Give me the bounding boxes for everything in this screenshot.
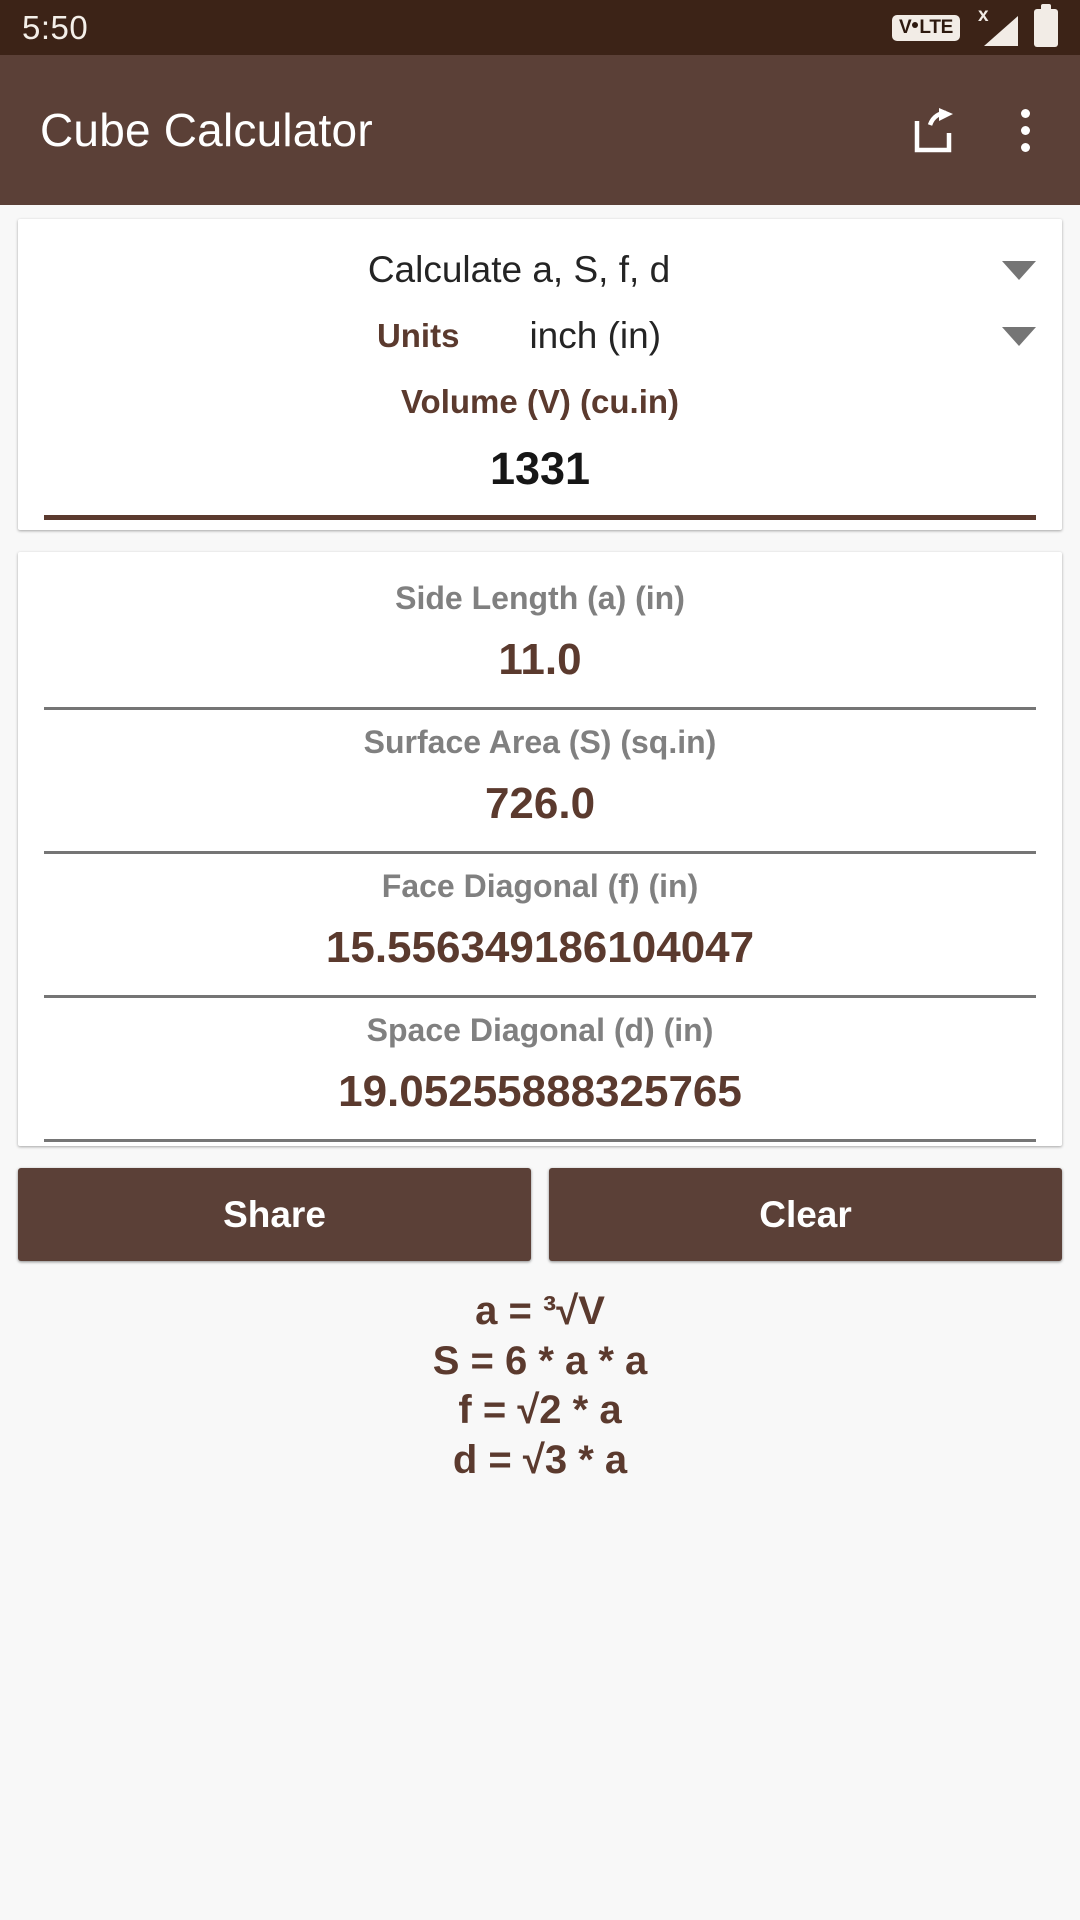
units-spinner-value: inch (in) [529, 315, 662, 356]
app-bar-actions [913, 103, 1040, 158]
overflow-dot [1021, 142, 1030, 152]
overflow-menu-icon[interactable] [1011, 103, 1040, 158]
volte-label-start: V [899, 16, 912, 38]
result-label: Surface Area (S) (sq.in) [363, 724, 717, 760]
volte-label-end: LTE [919, 16, 953, 38]
result-value: 19.05255888325765 [338, 1067, 742, 1116]
units-spinner[interactable]: Units inch (in) [44, 303, 1036, 369]
share-button[interactable]: Share [18, 1168, 531, 1261]
page-title: Cube Calculator [40, 104, 373, 156]
volume-input[interactable]: 1331 [44, 421, 1036, 520]
formula-surface-area: S = 6 * a * a [432, 1338, 648, 1383]
result-label: Face Diagonal (f) (in) [381, 868, 699, 904]
result-value: 726.0 [484, 779, 596, 828]
units-label: Units [376, 317, 460, 354]
result-row: Space Diagonal (d) (in) 19.0525588832576… [44, 998, 1036, 1142]
result-row: Side Length (a) (in) 11.0 [44, 566, 1036, 710]
overflow-dot [1021, 108, 1030, 118]
mode-spinner-content: Calculate a, S, f, d [44, 249, 994, 291]
result-value: 15.556349186104047 [325, 923, 755, 972]
input-card: Calculate a, S, f, d Units inch (in) Vol… [18, 219, 1062, 530]
chevron-down-icon[interactable] [1002, 326, 1036, 346]
volume-field-label: Volume (V) (cu.in) [400, 383, 680, 420]
formula-list: a = ³√V S = 6 * a * a f = √2 * a d = √3 … [0, 1289, 1080, 1483]
result-value: 11.0 [498, 635, 582, 684]
signal-bars [984, 15, 1018, 46]
formula-face-diagonal: f = √2 * a [458, 1388, 622, 1433]
formula-space-diagonal: d = √3 * a [452, 1437, 628, 1482]
share-icon[interactable] [913, 107, 957, 153]
chevron-down-icon[interactable] [1002, 260, 1036, 280]
action-buttons: Share Clear [18, 1168, 1062, 1261]
status-time: 5:50 [22, 9, 89, 46]
clear-button[interactable]: Clear [549, 1168, 1062, 1261]
formula-side-length: a = ³√V [475, 1289, 605, 1333]
volte-icon: V LTE [892, 14, 960, 41]
app-bar: Cube Calculator [0, 55, 1080, 205]
result-label: Space Diagonal (d) (in) [366, 1012, 714, 1048]
battery-icon [1034, 3, 1058, 47]
result-row: Face Diagonal (f) (in) 15.55634918610404… [44, 854, 1036, 998]
overflow-dot [1021, 125, 1030, 135]
units-spinner-content: Units inch (in) [44, 315, 994, 357]
signal-icon: x [976, 6, 1018, 48]
result-row: Surface Area (S) (sq.in) 726.0 [44, 710, 1036, 854]
result-label: Side Length (a) (in) [395, 580, 685, 616]
status-bar-icons: V LTE x [892, 3, 1058, 48]
volte-dot [912, 21, 919, 28]
mode-spinner[interactable]: Calculate a, S, f, d [44, 237, 1036, 303]
mode-spinner-value: Calculate a, S, f, d [367, 249, 671, 290]
results-card: Side Length (a) (in) 11.0 Surface Area (… [18, 552, 1062, 1146]
status-bar: 5:50 V LTE x [0, 0, 1080, 55]
